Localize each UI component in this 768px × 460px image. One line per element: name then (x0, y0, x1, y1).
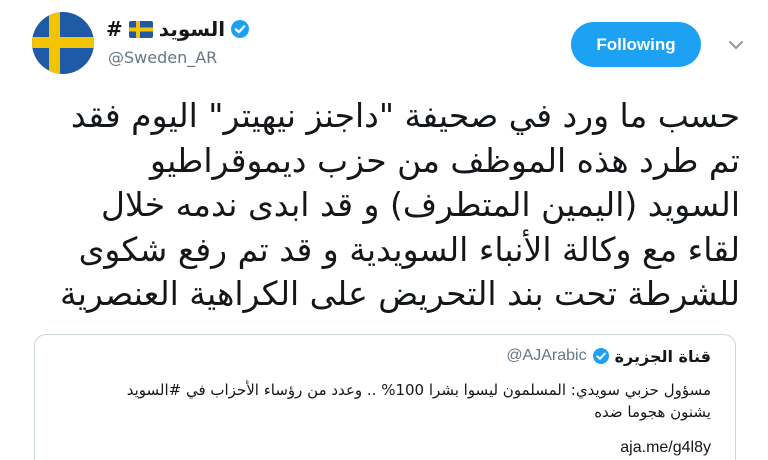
sweden-flag-emoji-icon (128, 20, 153, 38)
quoted-display-name: قناة الجزيرة (614, 346, 711, 366)
quoted-link[interactable]: aja.me/g4l8y (620, 439, 711, 457)
tweet-line: السويد (اليمين المتطرف) و قد ابدى ندمه خ… (101, 185, 740, 224)
tweet-text: حسب ما ورد في صحيفة "داجنز نيهيتر" اليوم… (20, 94, 740, 317)
tweet-line: تم طرد هذه الموظف من حزب ديموقراطيو (150, 140, 740, 180)
display-name[interactable]: السويد (159, 17, 225, 41)
verified-badge-icon (231, 20, 250, 38)
avatar[interactable] (32, 12, 94, 74)
chevron-down-icon[interactable] (725, 34, 747, 56)
verified-badge-icon (592, 348, 609, 364)
quoted-tweet-header: @AJArabic قناة الجزيرة (506, 343, 711, 369)
tweet-line: لقاء مع وكالة الأنباء السويدية و قد تم ر… (78, 229, 740, 269)
sweden-flag-icon (32, 12, 94, 74)
tweet-line: حسب ما ورد في صحيفة "داجنز نيهيتر" اليوم… (70, 96, 740, 135)
quoted-handle: @AJArabic (506, 347, 587, 364)
user-name-row: # السويد (106, 14, 250, 44)
user-handle[interactable]: @Sweden_AR (108, 48, 217, 67)
quoted-line: يشنون هجوما ضده (594, 403, 711, 421)
following-button[interactable]: Following (571, 22, 701, 67)
hashtag-symbol: # (106, 17, 123, 41)
quoted-tweet-text: مسؤول حزبي سويدي: المسلمون ليسوا بشرا 10… (51, 379, 711, 423)
quoted-tweet[interactable]: @AJArabic قناة الجزيرة مسؤول حزبي سويدي:… (34, 334, 736, 460)
tweet-line: للشرطة تحت بند التحريض على الكراهية العن… (60, 274, 740, 313)
quoted-line: مسؤول حزبي سويدي: المسلمون ليسوا بشرا 10… (126, 381, 711, 399)
